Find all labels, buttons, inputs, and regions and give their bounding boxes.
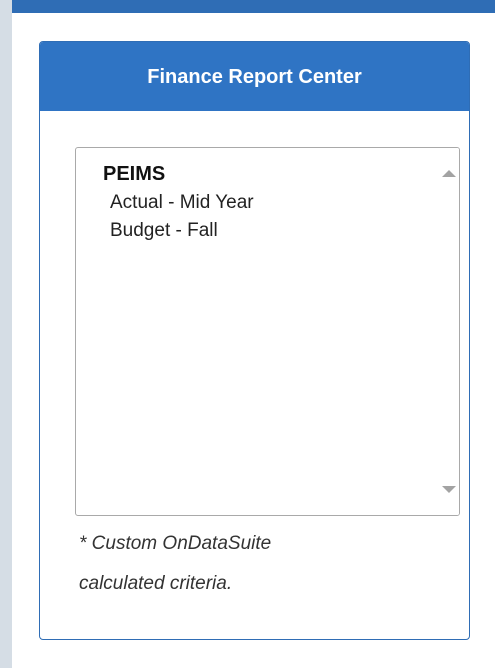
report-list-content: PEIMS Actual - Mid Year Budget - Fall (76, 148, 437, 515)
footnote-line-1: * Custom OnDataSuite (79, 533, 272, 554)
report-listbox[interactable]: PEIMS Actual - Mid Year Budget - Fall (75, 147, 460, 516)
panel-title: Finance Report Center (147, 66, 362, 88)
footnote-line-2: calculated criteria. (79, 573, 233, 594)
scroll-down-arrow-icon[interactable] (442, 486, 456, 493)
report-option-actual-mid-year[interactable]: Actual - Mid Year (110, 192, 254, 214)
panel-header: Finance Report Center (40, 42, 469, 111)
optgroup-label-peims: PEIMS (103, 163, 166, 185)
scroll-up-arrow-icon[interactable] (442, 170, 456, 177)
report-option-budget-fall[interactable]: Budget - Fall (110, 220, 218, 242)
top-header-bar (12, 0, 495, 13)
listbox-scrollbar[interactable] (437, 148, 459, 515)
finance-report-center-panel: Finance Report Center PEIMS Actual - Mid… (39, 41, 470, 640)
footnote: * Custom OnDataSuite calculated criteria… (79, 524, 439, 604)
